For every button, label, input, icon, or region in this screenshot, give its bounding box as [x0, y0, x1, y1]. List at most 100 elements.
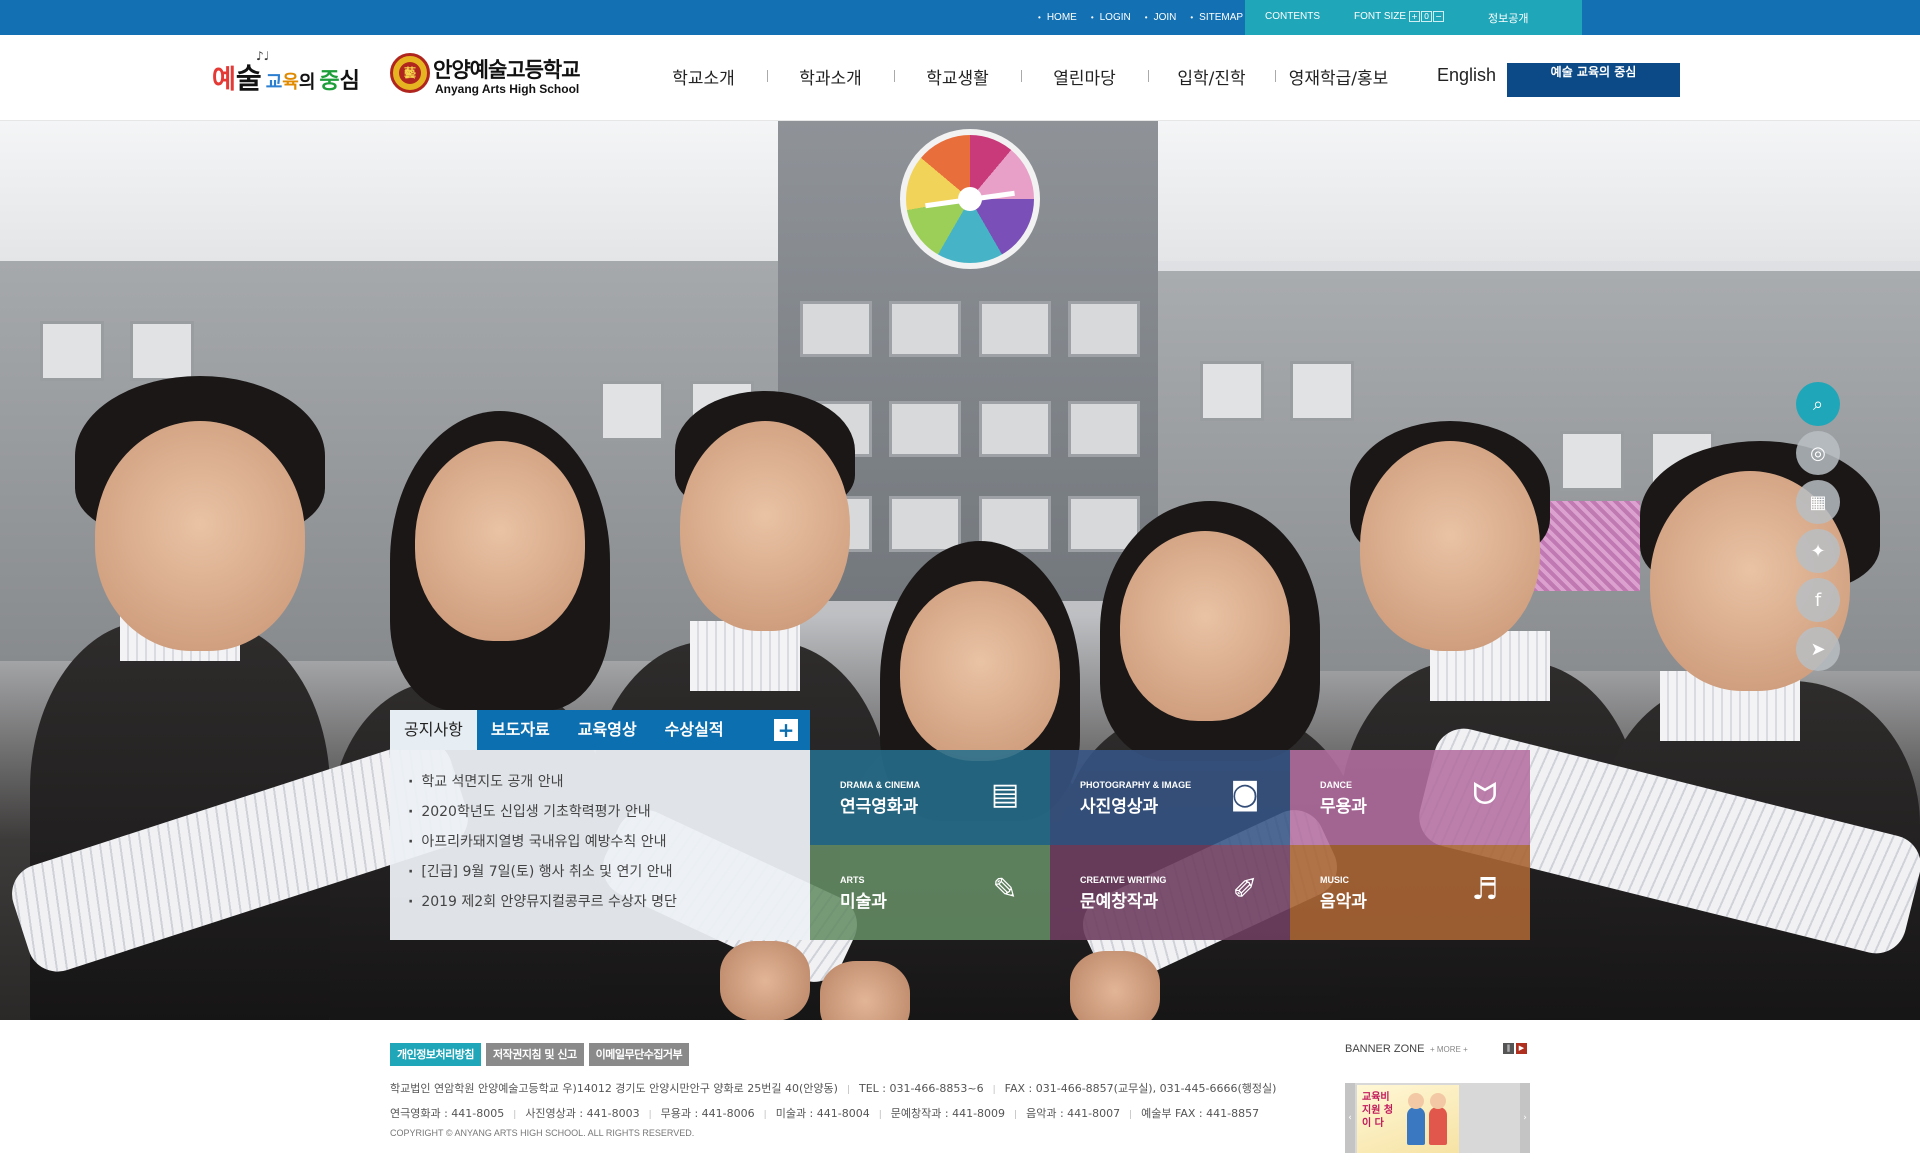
font-size-reset-button[interactable]: 0 — [1421, 11, 1432, 22]
slogan-char: 의 — [298, 72, 316, 93]
ballet-shoes-icon: ᗢ — [1472, 777, 1498, 812]
camera-tripod-icon[interactable]: ✦ — [1796, 529, 1840, 573]
dept-phone: 연극영화과 : 441-8005 — [390, 1107, 505, 1120]
pause-icon[interactable]: ‖ — [1503, 1043, 1514, 1054]
slogan-logo[interactable]: 예 술 교 육 의 중 심 — [212, 57, 360, 97]
banner-zone: BANNER ZONE + MORE + ‖ ▶ ‹ 교육비 지원 청이 다 › — [1345, 1041, 1530, 1161]
quick-menu: ⌕ ◎ ▦ ✦ f ➤ — [1796, 382, 1840, 676]
font-size-decrease-button[interactable]: − — [1433, 11, 1444, 22]
tab-awards[interactable]: 수상실적 — [651, 710, 738, 750]
school-name-korean[interactable]: 안양예술고등학교 — [433, 54, 581, 84]
banner-more-link[interactable]: + MORE + — [1430, 1045, 1468, 1054]
notice-item[interactable]: 학교 석면지도 공개 안내 — [408, 767, 810, 797]
dept-english-name: DRAMA & CINEMA — [840, 780, 921, 790]
dept-tile-arts[interactable]: ARTS 미술과 ✎ — [810, 845, 1050, 940]
banner-image[interactable]: 교육비 지원 청이 다 — [1357, 1085, 1459, 1153]
tab-videos[interactable]: 교육영상 — [564, 710, 651, 750]
email-refusal-button[interactable]: 이메일무단수집거부 — [588, 1043, 690, 1066]
chevron-right-icon[interactable]: › — [1520, 1083, 1530, 1153]
notice-item[interactable]: 2019 제2회 안양뮤지컬콩쿠르 수상자 명단 — [408, 887, 810, 917]
fax-text: FAX : 031-466-8857(교무실), 031-445-6666(행정… — [984, 1082, 1277, 1095]
english-site-link[interactable]: English — [1437, 65, 1496, 86]
calendar-icon[interactable]: ▦ — [1796, 480, 1840, 524]
slogan-char: 술 — [235, 62, 262, 95]
notice-item[interactable]: [긴급] 9월 7일(토) 행사 취소 및 연기 안내 — [408, 857, 810, 887]
copyright-policy-button[interactable]: 저작권지침 및 신고 — [485, 1043, 584, 1066]
chevron-left-icon[interactable]: ‹ — [1345, 1083, 1355, 1153]
emblem-mark: 藝 — [399, 62, 421, 84]
slogan-char: 심 — [339, 69, 360, 94]
main-navigation: 학교소개 학과소개 학교생활 열린마당 입학/진학 영재학급/홍보 — [640, 64, 1402, 89]
dept-english-name: DANCE — [1320, 780, 1353, 790]
slogan-char: 교 — [265, 72, 283, 93]
banner-zone-title: BANNER ZONE — [1345, 1043, 1425, 1055]
dept-english-name: MUSIC — [1320, 875, 1349, 885]
dept-tile-music[interactable]: MUSIC 음악과 ♬ — [1290, 845, 1530, 940]
search-icon[interactable]: ⌕ — [1796, 382, 1840, 426]
dept-korean-name: 음악과 — [1320, 892, 1367, 912]
tel-text: TEL : 031-466-8853~6 — [838, 1082, 984, 1095]
sitemap-link[interactable]: SITEMAP — [1190, 12, 1243, 23]
login-link[interactable]: LOGIN — [1091, 12, 1131, 23]
play-icon[interactable]: ▶ — [1516, 1043, 1527, 1054]
dept-tile-drama-cinema[interactable]: DRAMA & CINEMA 연극영화과 ▤ — [810, 750, 1050, 845]
dept-tile-photography[interactable]: PHOTOGRAPHY & IMAGE 사진영상과 ◙ — [1050, 750, 1290, 845]
dept-phone: 무용과 : 441-8006 — [640, 1107, 755, 1120]
site-footer: 개인정보처리방침 저작권지침 및 신고 이메일무단수집거부 학교법인 연암학원 … — [0, 1020, 1920, 1161]
tower-windows — [800, 301, 1140, 361]
home-link[interactable]: HOME — [1038, 12, 1077, 23]
dept-tile-creative-writing[interactable]: CREATIVE WRITING 문예창작과 ✐ — [1050, 845, 1290, 940]
dept-korean-name: 미술과 — [840, 892, 887, 912]
piano-icon: ♬ — [1471, 872, 1499, 907]
contents-link[interactable]: CONTENTS — [1265, 11, 1320, 22]
banner-figure — [1407, 1093, 1425, 1145]
font-size-increase-button[interactable]: + — [1409, 11, 1420, 22]
info-disclosure-link[interactable]: 정보공개 — [1488, 10, 1528, 26]
tab-notices[interactable]: 공지사항 — [390, 710, 477, 750]
dept-tile-dance[interactable]: DANCE 무용과 ᗢ — [1290, 750, 1530, 845]
nav-item-school-intro[interactable]: 학교소개 — [640, 64, 767, 89]
film-reel-icon[interactable]: ◎ — [1796, 431, 1840, 475]
site-header: 예 술 교 육 의 중 심 ♪♩ 藝 안양예술고등학교 Anyang Arts … — [0, 35, 1920, 121]
music-notes-decoration: ♪♩ — [256, 49, 270, 63]
dept-phone: 미술과 : 441-8004 — [755, 1107, 870, 1120]
dept-korean-name: 사진영상과 — [1080, 797, 1159, 817]
footer-policy-buttons: 개인정보처리방침 저작권지침 및 신고 이메일무단수집거부 — [390, 1043, 690, 1066]
dept-korean-name: 무용과 — [1320, 797, 1367, 817]
facebook-icon[interactable]: f — [1796, 578, 1840, 622]
slogan-char: 예 — [212, 65, 236, 95]
pencil-icon: ✐ — [1232, 872, 1258, 907]
tab-press[interactable]: 보도자료 — [477, 710, 564, 750]
school-name-english[interactable]: Anyang Arts High School — [435, 82, 579, 96]
department-tiles: DRAMA & CINEMA 연극영화과 ▤ PHOTOGRAPHY & IMA… — [810, 750, 1530, 940]
notice-item[interactable]: 아프리카돼지열병 국내유입 예방수칙 안내 — [408, 827, 810, 857]
nav-item-gifted-class[interactable]: 영재학급/홍보 — [1275, 64, 1402, 89]
nav-item-admission[interactable]: 입학/진학 — [1148, 64, 1275, 89]
arts-education-center-button[interactable]: 예술 교육의 중심 — [1507, 63, 1680, 97]
util-links: HOME LOGIN JOIN SITEMAP — [1038, 0, 1257, 35]
slogan-char: 육 — [282, 72, 299, 93]
notice-item[interactable]: 2020학년도 신입생 기초학력평가 안내 — [408, 797, 810, 827]
join-link[interactable]: JOIN — [1145, 12, 1177, 23]
dept-english-name: ARTS — [840, 875, 865, 885]
address-text: 학교법인 연암학원 안양예술고등학교 우)14012 경기도 안양시만안구 양화… — [390, 1082, 838, 1095]
notice-board: 공지사항 보도자료 교육영상 수상실적 + 학교 석면지도 공개 안내 2020… — [390, 710, 810, 940]
notice-more-plus-icon[interactable]: + — [774, 719, 798, 741]
dept-phone: 음악과 : 441-8007 — [1005, 1107, 1120, 1120]
nav-item-departments[interactable]: 학과소개 — [767, 64, 894, 89]
paper-plane-icon[interactable]: ➤ — [1796, 627, 1840, 671]
notice-tabs: 공지사항 보도자료 교육영상 수상실적 — [390, 710, 810, 750]
slogan-char: 중 — [319, 69, 340, 94]
camera-icon: ◙ — [1230, 777, 1260, 812]
clock-center — [958, 187, 982, 211]
nav-item-open-forum[interactable]: 열린마당 — [1021, 64, 1148, 89]
privacy-policy-button[interactable]: 개인정보처리방침 — [390, 1043, 481, 1066]
palette-icon: ✎ — [992, 872, 1018, 907]
dept-phone: 사진영상과 : 441-8003 — [504, 1107, 639, 1120]
nav-item-school-life[interactable]: 학교생활 — [894, 64, 1021, 89]
dept-english-name: PHOTOGRAPHY & IMAGE — [1080, 780, 1192, 790]
dept-korean-name: 연극영화과 — [840, 797, 919, 817]
school-emblem-icon[interactable]: 藝 — [390, 53, 430, 93]
copyright-text: COPYRIGHT © ANYANG ARTS HIGH SCHOOL. ALL… — [390, 1128, 695, 1138]
film-strip-icon: ▤ — [990, 777, 1020, 812]
